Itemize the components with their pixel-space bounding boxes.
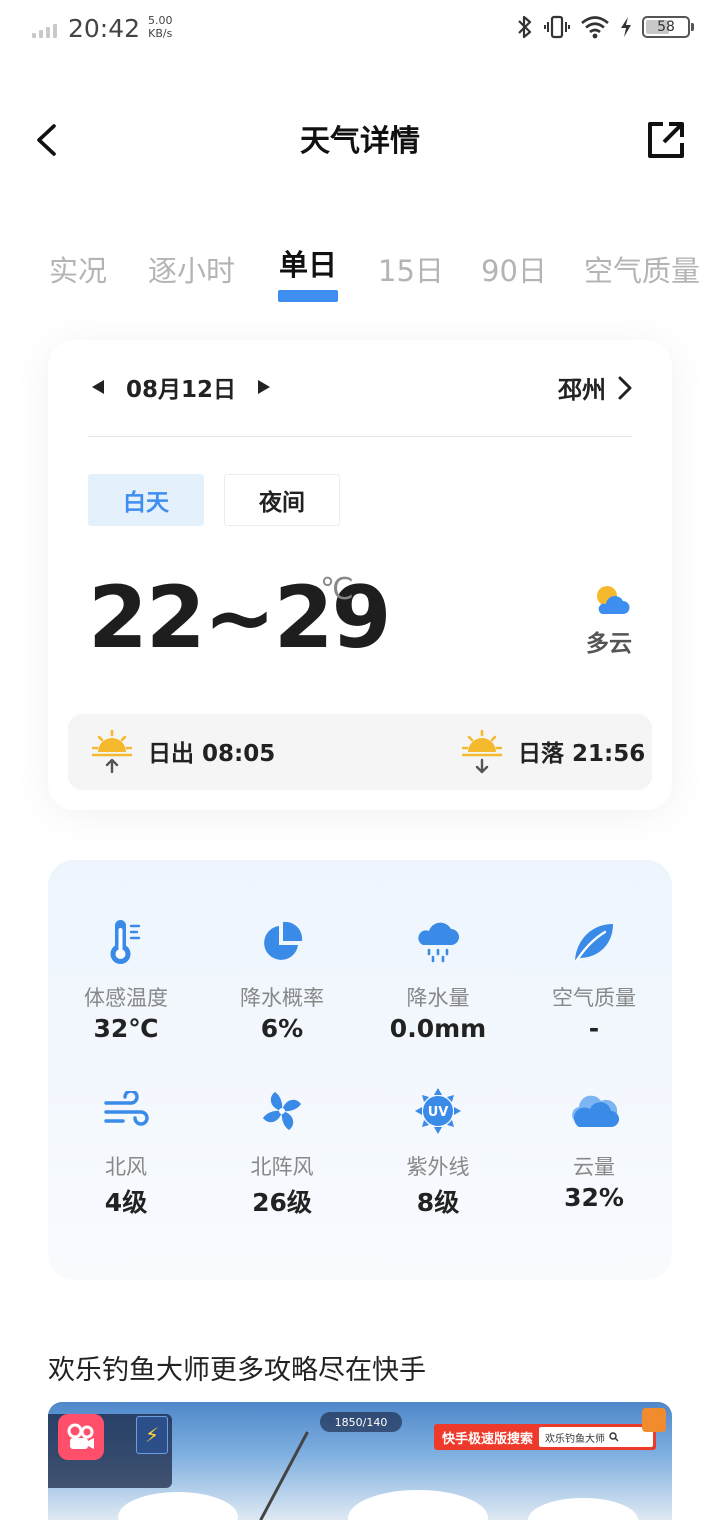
status-time: 20:42: [68, 14, 141, 43]
temperature-unit: ℃: [320, 572, 354, 607]
detail-value: 32℃: [93, 1014, 159, 1043]
share-external-icon: [648, 122, 684, 158]
tab-air-quality[interactable]: 空气质量: [584, 248, 700, 290]
bolt-icon: ⚡: [136, 1416, 168, 1454]
tab-live[interactable]: 实况: [49, 248, 107, 290]
detail-value: 6%: [260, 1014, 304, 1043]
detail-value: -: [588, 1014, 600, 1043]
detail-wind: 北风 4级: [48, 1085, 204, 1219]
ad-search-input: 欢乐钓鱼大师: [539, 1427, 653, 1447]
pie-chart-icon: [264, 921, 303, 960]
detail-label: 空气质量: [552, 986, 636, 1010]
tab-active-indicator: [278, 290, 338, 302]
camera-logo-icon: [67, 1423, 94, 1449]
tab-single-day[interactable]: 单日: [279, 242, 337, 284]
sun-times-panel: 日出 08:05 日落 21:56: [68, 714, 652, 790]
city-name: 邳州: [558, 376, 606, 404]
leaf-icon: [575, 924, 613, 962]
detail-value: 26级: [252, 1188, 312, 1217]
detail-cloud-cover: 云量 32%: [516, 1085, 672, 1219]
ad-title[interactable]: 欢乐钓鱼大师更多攻略尽在快手: [48, 1348, 426, 1387]
detail-feels-like: 体感温度 32℃: [48, 916, 204, 1043]
vibrate-icon: [544, 15, 570, 39]
status-bar: 20:42 5.00 KB/s 58: [0, 0, 720, 60]
day-segment-button[interactable]: 白天: [88, 474, 204, 526]
uv-icon: UV: [415, 1088, 461, 1134]
detail-label: 北风: [105, 1155, 147, 1179]
sunset-icon: [462, 729, 502, 774]
network-speed-unit: KB/s: [148, 27, 173, 40]
game-app-icon: [642, 1408, 666, 1432]
chevron-right-icon: [618, 376, 632, 399]
detail-label: 紫外线: [406, 1155, 470, 1179]
night-segment-button[interactable]: 夜间: [224, 474, 340, 526]
partly-cloudy-icon: [597, 586, 630, 614]
weather-details-card: 体感温度 32℃ 降水概率 6% 降水量 0.0mm 空气质量 - 北风 4级 …: [48, 860, 672, 1280]
ad-cloud: [118, 1492, 238, 1520]
detail-label: 降水概率: [240, 986, 324, 1010]
network-speed-value: 5.00: [148, 14, 173, 27]
detail-precip-probability: 降水概率 6%: [204, 916, 360, 1043]
cloud-icon: [572, 1095, 619, 1127]
detail-gust: 北阵风 26级: [204, 1085, 360, 1219]
detail-label: 降水量: [406, 986, 470, 1010]
date-selector: 08月12日: [88, 370, 274, 404]
tab-15-day[interactable]: 15日: [378, 248, 444, 290]
ad-search-bar[interactable]: 快手极速版搜索 欢乐钓鱼大师: [434, 1424, 656, 1450]
battery-level: 58: [657, 19, 675, 35]
prev-day-button[interactable]: [88, 372, 108, 402]
detail-value: 0.0mm: [389, 1014, 487, 1043]
pinwheel-icon: [263, 1092, 301, 1130]
detail-air-quality: 空气质量 -: [516, 916, 672, 1043]
condition-label: 多云: [586, 631, 632, 657]
ad-search-query: 欢乐钓鱼大师: [545, 1433, 606, 1445]
detail-value: 4级: [104, 1188, 148, 1217]
sunset-time: 日落 21:56: [518, 741, 646, 767]
sunset-item: 日落 21:56: [462, 728, 645, 774]
ad-cloud: [528, 1498, 638, 1520]
detail-label: 北阵风: [250, 1155, 314, 1179]
triangle-right-icon: [258, 380, 271, 394]
search-icon: [609, 1432, 619, 1442]
ad-banner[interactable]: ⚡ 1850/140 快手极速版搜索 欢乐钓鱼大师: [48, 1402, 672, 1520]
tab-hourly[interactable]: 逐小时: [148, 248, 235, 290]
detail-value: 32%: [564, 1183, 624, 1212]
detail-label: 体感温度: [84, 986, 168, 1010]
svg-text:UV: UV: [428, 1105, 449, 1120]
next-day-button[interactable]: [254, 372, 274, 402]
sunrise-icon: [92, 729, 132, 774]
ad-counter: 1850/140: [320, 1412, 402, 1432]
wifi-icon: [581, 16, 609, 39]
ad-cloud: [348, 1490, 488, 1520]
city-selector[interactable]: 邳州: [558, 370, 632, 405]
rain-cloud-icon: [418, 922, 459, 963]
sunrise-item: 日出 08:05: [92, 728, 275, 774]
day-forecast-card: 08月12日 邳州 白天 夜间 22~29 ℃ 多云 日出 08:05 日落 2…: [48, 340, 672, 810]
ad-search-button[interactable]: 快手极速版搜索: [442, 1428, 533, 1447]
triangle-left-icon: [92, 380, 104, 394]
detail-precipitation: 降水量 0.0mm: [360, 916, 516, 1043]
sunrise-time: 日出 08:05: [148, 741, 276, 767]
details-grid: 体感温度 32℃ 降水概率 6% 降水量 0.0mm 空气质量 - 北风 4级 …: [48, 916, 672, 1219]
detail-uv: UV 紫外线 8级: [360, 1085, 516, 1219]
page-title: 天气详情: [300, 124, 420, 159]
wind-icon: [104, 1091, 149, 1126]
tab-90-day[interactable]: 90日: [481, 248, 547, 290]
kuaishou-logo-icon: [58, 1414, 104, 1460]
detail-value: 8级: [416, 1188, 460, 1217]
charging-icon: [621, 17, 631, 37]
divider: [88, 436, 632, 437]
date-label: 08月12日: [126, 377, 237, 403]
bluetooth-icon: [518, 15, 532, 39]
battery-icon: 58: [642, 16, 694, 38]
network-speed: 5.00 KB/s: [148, 14, 173, 40]
fishing-rod: [259, 1431, 309, 1520]
tab-bar: 实况 逐小时 单日 15日 90日 空气质量: [0, 248, 720, 308]
detail-label: 云量: [573, 1155, 615, 1179]
signal-icon: [32, 24, 57, 38]
share-button[interactable]: [640, 114, 692, 166]
thermometer-icon: [110, 920, 141, 964]
